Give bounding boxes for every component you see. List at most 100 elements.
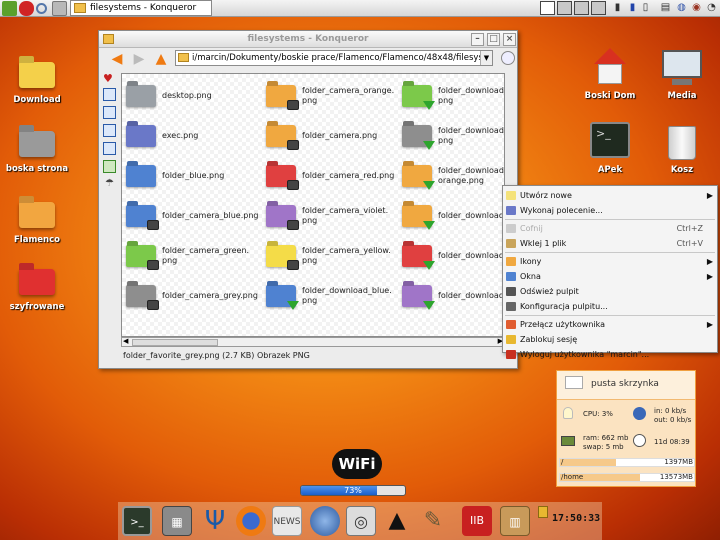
- updates-icon[interactable]: ◉: [691, 2, 702, 14]
- desktop-icon-flamenco[interactable]: Flamenco: [0, 192, 77, 245]
- battery-icon[interactable]: ▯: [640, 2, 651, 14]
- file-item[interactable]: folder_blue.png: [122, 158, 258, 194]
- file-item[interactable]: folder_download_ orange.png: [398, 158, 504, 194]
- mail-header[interactable]: pusta skrzynka: [557, 371, 695, 400]
- power-icon[interactable]: ◔: [706, 2, 717, 14]
- menu-item[interactable]: Przełącz użytkownika ▶: [503, 317, 717, 332]
- wifi-widget[interactable]: WiFi: [332, 449, 382, 479]
- calculator-launcher-icon[interactable]: ▦: [162, 506, 192, 536]
- clipboard-icon[interactable]: ▤: [660, 2, 671, 14]
- menu-item-label: Przełącz użytkownika: [520, 320, 606, 329]
- inkscape-launcher-icon[interactable]: ▲: [382, 506, 412, 536]
- services-icon[interactable]: [103, 160, 116, 173]
- minimize-button[interactable]: –: [471, 33, 484, 46]
- window-title: filesystems - Konqueror: [247, 34, 369, 44]
- menu-item[interactable]: Odśwież pulpit: [503, 284, 717, 299]
- history-icon[interactable]: [103, 88, 116, 101]
- file-item[interactable]: folder_download_blue. png: [262, 278, 398, 314]
- desktop-pager-4[interactable]: [591, 1, 606, 15]
- root-folder-icon[interactable]: [103, 142, 116, 155]
- file-item[interactable]: folder_camera_red.png: [262, 158, 398, 194]
- camera-launcher-icon[interactable]: ◎: [346, 506, 376, 536]
- web-folder-icon: [19, 131, 55, 157]
- menu-item[interactable]: Wyloguj użytkownika "marcin"...: [503, 347, 717, 362]
- menu-item[interactable]: Wklej 1 plik Ctrl+V: [503, 236, 717, 251]
- file-item[interactable]: folder_camera_grey.png: [122, 278, 258, 314]
- bookmarks-heart-icon[interactable]: ♥: [103, 72, 113, 85]
- file-name: folder_blue.png: [162, 171, 225, 180]
- menu-item[interactable]: Konfiguracja pulpitu...: [503, 299, 717, 314]
- file-item[interactable]: folder_camera_blue.png: [122, 198, 259, 234]
- file-item[interactable]: folder_download: [398, 238, 504, 274]
- menu-item-label: Konfiguracja pulpitu...: [520, 302, 608, 311]
- home-folder-icon[interactable]: [103, 106, 116, 119]
- file-item[interactable]: folder_camera_orange. png: [262, 78, 398, 114]
- menu-item[interactable]: Ikony ▶: [503, 254, 717, 269]
- file-item[interactable]: folder_camera_violet. png: [262, 198, 398, 234]
- news-launcher-icon[interactable]: NEWS: [272, 506, 302, 536]
- file-name: folder_download: [438, 251, 504, 260]
- horizontal-scrollbar[interactable]: ◀ ▶: [121, 337, 505, 347]
- volume-icon[interactable]: ▮: [612, 2, 623, 14]
- desktop-pager-3[interactable]: [574, 1, 589, 15]
- file-item[interactable]: folder_camera.png: [262, 118, 398, 154]
- file-name: folder_download_grey. png: [438, 126, 504, 145]
- network-folder-icon[interactable]: [103, 124, 116, 137]
- close-button[interactable]: ×: [503, 33, 516, 46]
- desktop-icon-szyfrowane[interactable]: szyfrowane: [0, 259, 77, 312]
- favorites-heart-icon[interactable]: [19, 1, 34, 16]
- menu-item[interactable]: Zablokuj sesję: [503, 332, 717, 347]
- desktop-icon-kosz[interactable]: Kosz: [642, 122, 720, 175]
- search-icon[interactable]: [36, 3, 47, 14]
- desktop-icon-apek[interactable]: >_ APek: [570, 122, 650, 175]
- scrollbar-thumb[interactable]: [132, 339, 218, 346]
- file-item[interactable]: folder_download: [398, 278, 504, 314]
- show-desktop-icon[interactable]: [52, 1, 67, 16]
- menu-item[interactable]: Okna ▶: [503, 269, 717, 284]
- psi-launcher-icon[interactable]: Ψ: [200, 506, 230, 536]
- up-arrow-icon[interactable]: ▲: [153, 51, 169, 67]
- file-item[interactable]: exec.png: [122, 118, 258, 154]
- forward-arrow-icon[interactable]: ▶: [131, 51, 147, 67]
- desktop-pager-2[interactable]: [557, 1, 572, 15]
- desktop-icon-media[interactable]: Media: [642, 48, 720, 101]
- window-titlebar[interactable]: filesystems - Konqueror – □ ×: [99, 31, 517, 48]
- dictionary-launcher-icon[interactable]: ▥: [500, 506, 530, 536]
- file-item[interactable]: folder_download_green. png: [398, 78, 504, 114]
- file-item[interactable]: folder_camera_yellow. png: [262, 238, 398, 274]
- sidebar-config-icon[interactable]: ☂: [105, 178, 114, 189]
- file-item[interactable]: folder_camera_green. png: [122, 238, 258, 274]
- camera-emblem-icon: [287, 180, 299, 190]
- network-icon[interactable]: ◍: [676, 2, 687, 14]
- desktop-icon-boski-dom[interactable]: Boski Dom: [570, 48, 650, 101]
- clear-location-icon[interactable]: [501, 51, 515, 65]
- menu-item[interactable]: Utwórz nowe ▶: [503, 188, 717, 203]
- firefox-launcher-icon[interactable]: [236, 506, 266, 536]
- file-view[interactable]: desktop.png folder_camera_orange. png fold…: [121, 73, 505, 337]
- lock-icon[interactable]: [538, 506, 548, 518]
- falkon-launcher-icon[interactable]: [310, 506, 340, 536]
- file-item[interactable]: desktop.png: [122, 78, 258, 114]
- taskbar-button-konqueror[interactable]: filesystems - Konqueror: [70, 0, 212, 16]
- desktop-icon-boska-strona[interactable]: boska strona: [0, 121, 77, 174]
- desktop-icon-download[interactable]: Download: [0, 52, 77, 105]
- kmenu-icon[interactable]: [2, 1, 17, 16]
- terminal-launcher-icon[interactable]: >_: [122, 506, 152, 536]
- menu-item-label: Zablokuj sesję: [520, 335, 578, 344]
- menu-item[interactable]: Cofnij Ctrl+Z: [503, 221, 717, 236]
- gimp-launcher-icon[interactable]: ✎: [418, 506, 448, 536]
- file-item[interactable]: folder_download: [398, 198, 504, 234]
- back-arrow-icon[interactable]: ◀: [109, 51, 125, 67]
- usb-icon[interactable]: ▮: [627, 2, 638, 14]
- maximize-button[interactable]: □: [487, 33, 500, 46]
- scroll-left-icon[interactable]: ◀: [123, 337, 128, 345]
- desktop-icon-label: Download: [13, 95, 61, 105]
- file-item[interactable]: folder_download_grey. png: [398, 118, 504, 154]
- desktop-pager-1[interactable]: [540, 1, 555, 15]
- download-arrow-icon: [423, 181, 435, 190]
- menu-item[interactable]: Wykonaj polecenie...: [503, 203, 717, 218]
- location-url-text: i/marcin/Dokumenty/boskie prace/Flamenco…: [192, 53, 493, 63]
- location-dropdown-icon[interactable]: ▼: [480, 51, 492, 65]
- office-launcher-icon[interactable]: IIB: [462, 506, 492, 536]
- location-bar[interactable]: i/marcin/Dokumenty/boskie prace/Flamenco…: [175, 50, 493, 66]
